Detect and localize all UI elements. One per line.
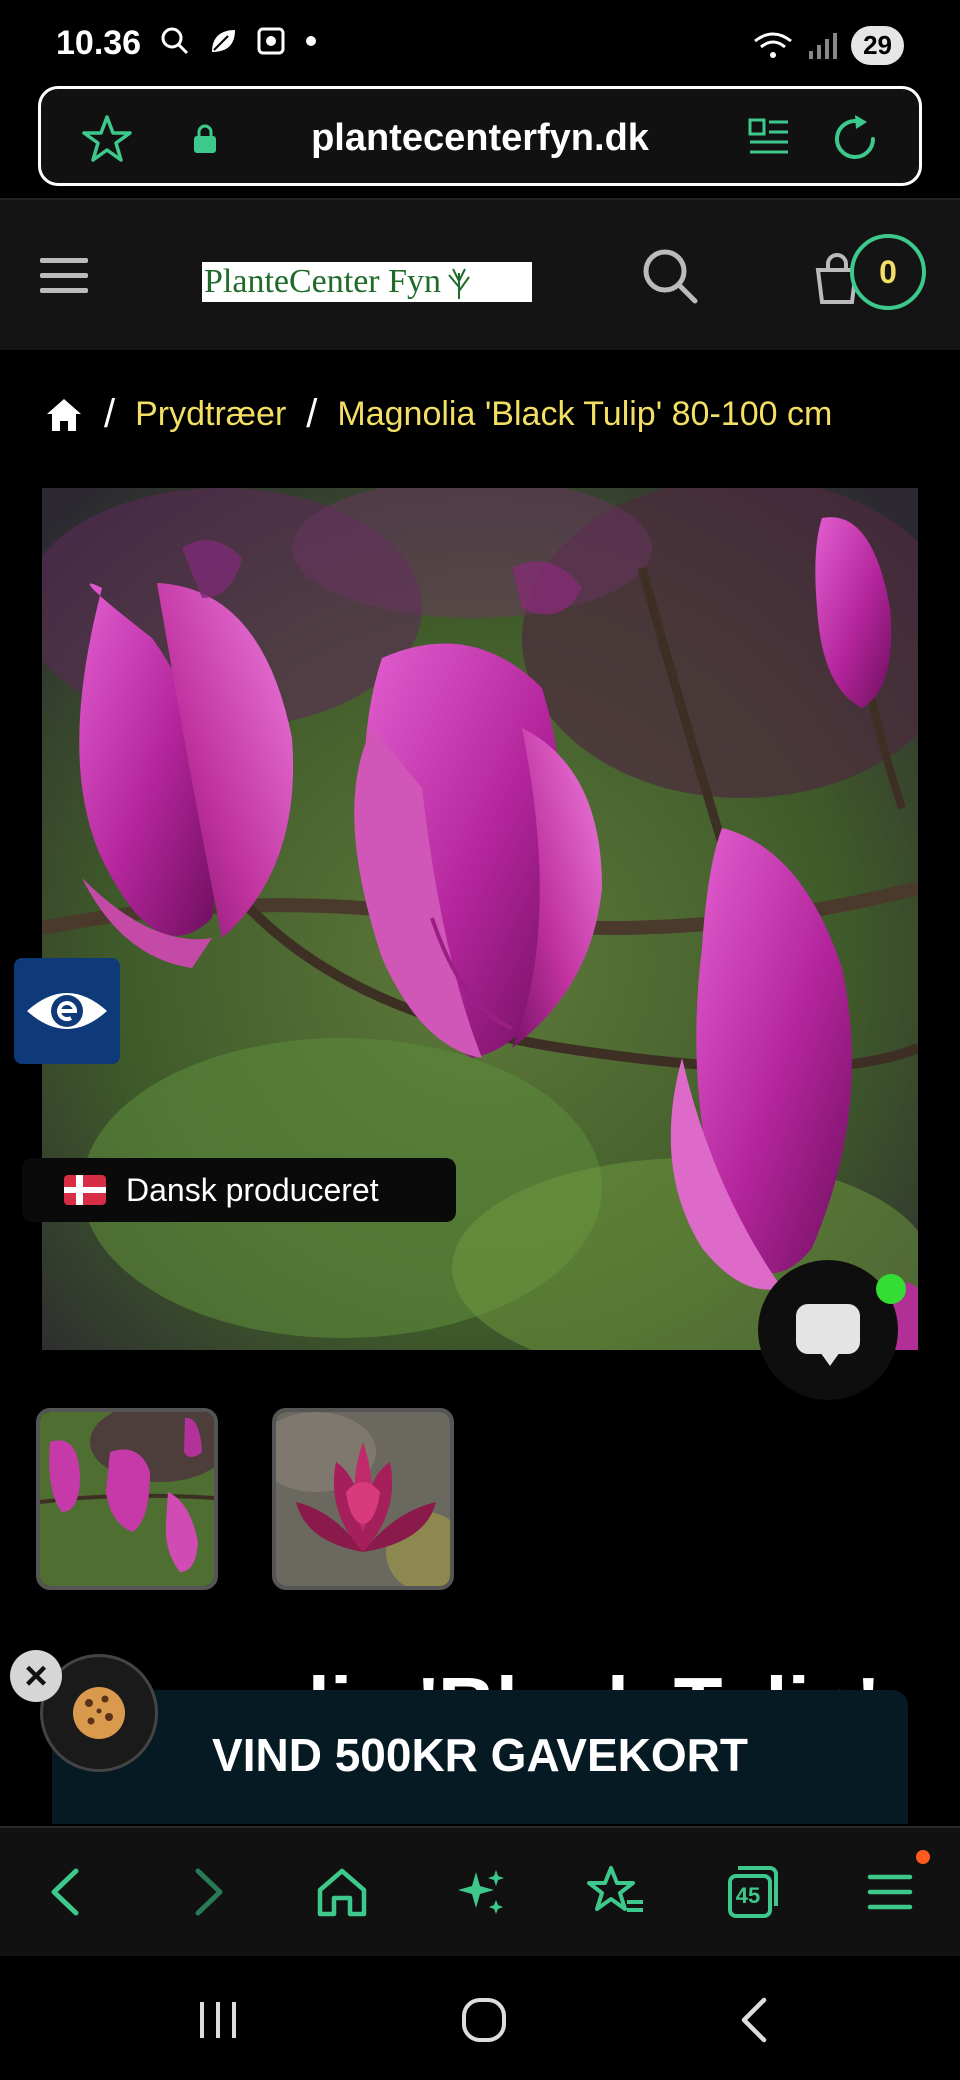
breadcrumb-current: Magnolia 'Black Tulip' 80-100 cm: [337, 395, 833, 433]
product-thumbnail-2[interactable]: [272, 1408, 454, 1590]
menu-icon[interactable]: [40, 258, 88, 303]
tabs-button[interactable]: 45: [722, 1862, 782, 1922]
home-icon[interactable]: [44, 396, 84, 434]
bookmarks-button[interactable]: [586, 1862, 646, 1922]
url-bar[interactable]: plantecenterfyn.dk: [38, 86, 922, 186]
breadcrumb: / Prydtræer / Magnolia 'Black Tulip' 80-…: [44, 392, 832, 437]
danish-produced-label: Dansk produceret: [126, 1171, 379, 1208]
ai-assistant-button[interactable]: [450, 1862, 510, 1922]
browser-menu-button[interactable]: [860, 1862, 920, 1922]
system-navigation-bar: [0, 1956, 960, 2080]
breadcrumb-separator: /: [306, 392, 318, 436]
recent-apps-icon[interactable]: [196, 1998, 240, 2042]
danish-produced-badge: Dansk produceret: [22, 1158, 456, 1222]
reader-icon[interactable]: [747, 115, 791, 159]
home-button[interactable]: [312, 1862, 372, 1922]
battery-indicator: 29: [851, 26, 904, 65]
bookmarks-icon: [587, 1866, 643, 1912]
dot-notification-icon: [306, 36, 316, 46]
status-system-icons: 29: [753, 26, 904, 65]
menu-notification-dot: [916, 1850, 930, 1864]
menu-icon: [867, 1874, 913, 1910]
system-back-icon[interactable]: [736, 1996, 772, 2044]
status-notification-icons: [160, 26, 318, 56]
status-time: 10.36: [56, 24, 142, 62]
online-status-dot: [876, 1274, 906, 1304]
back-icon: [51, 1868, 79, 1916]
accessibility-eye-button[interactable]: [14, 958, 120, 1064]
sparkle-icon: [458, 1870, 504, 1914]
cart-count-badge[interactable]: 0: [850, 234, 926, 310]
signal-icon: [809, 32, 838, 59]
breadcrumb-category[interactable]: Prydtræer: [135, 395, 286, 434]
forward-icon: [195, 1868, 223, 1916]
promo-banner[interactable]: VIND 500KR GAVEKORT: [52, 1690, 908, 1824]
status-bar: 10.36 29: [0, 0, 960, 88]
browser-bottom-toolbar: 45: [0, 1826, 960, 1956]
logo-text: PlanteCenter Fyn: [204, 263, 442, 300]
search-notification-icon: [161, 27, 189, 55]
leaf-notification-icon: [212, 30, 235, 52]
eye-icon: [27, 993, 107, 1029]
breadcrumb-separator: /: [104, 392, 116, 436]
promo-text: VIND 500KR GAVEKORT: [212, 1729, 748, 1781]
site-logo[interactable]: PlanteCenter Fyn: [202, 262, 532, 302]
chat-button[interactable]: [758, 1260, 906, 1400]
home-icon: [317, 1868, 367, 1917]
close-icon[interactable]: ×: [10, 1650, 62, 1702]
tabs-count: 45: [735, 1883, 761, 1908]
danish-flag-icon: [64, 1175, 106, 1205]
logo-leaf-icon: [448, 268, 470, 300]
cookie-icon: [73, 1687, 125, 1739]
search-icon[interactable]: [640, 246, 700, 306]
chat-icon: [796, 1304, 860, 1366]
wifi-icon: [754, 32, 792, 58]
reload-icon[interactable]: [829, 113, 881, 165]
back-button[interactable]: [36, 1862, 96, 1922]
forward-button[interactable]: [178, 1862, 238, 1922]
site-header: PlanteCenter Fyn 0: [0, 198, 960, 350]
product-thumbnail-1[interactable]: [36, 1408, 218, 1590]
screenshot-notification-icon: [257, 27, 285, 55]
system-home-icon[interactable]: [460, 1996, 508, 2044]
